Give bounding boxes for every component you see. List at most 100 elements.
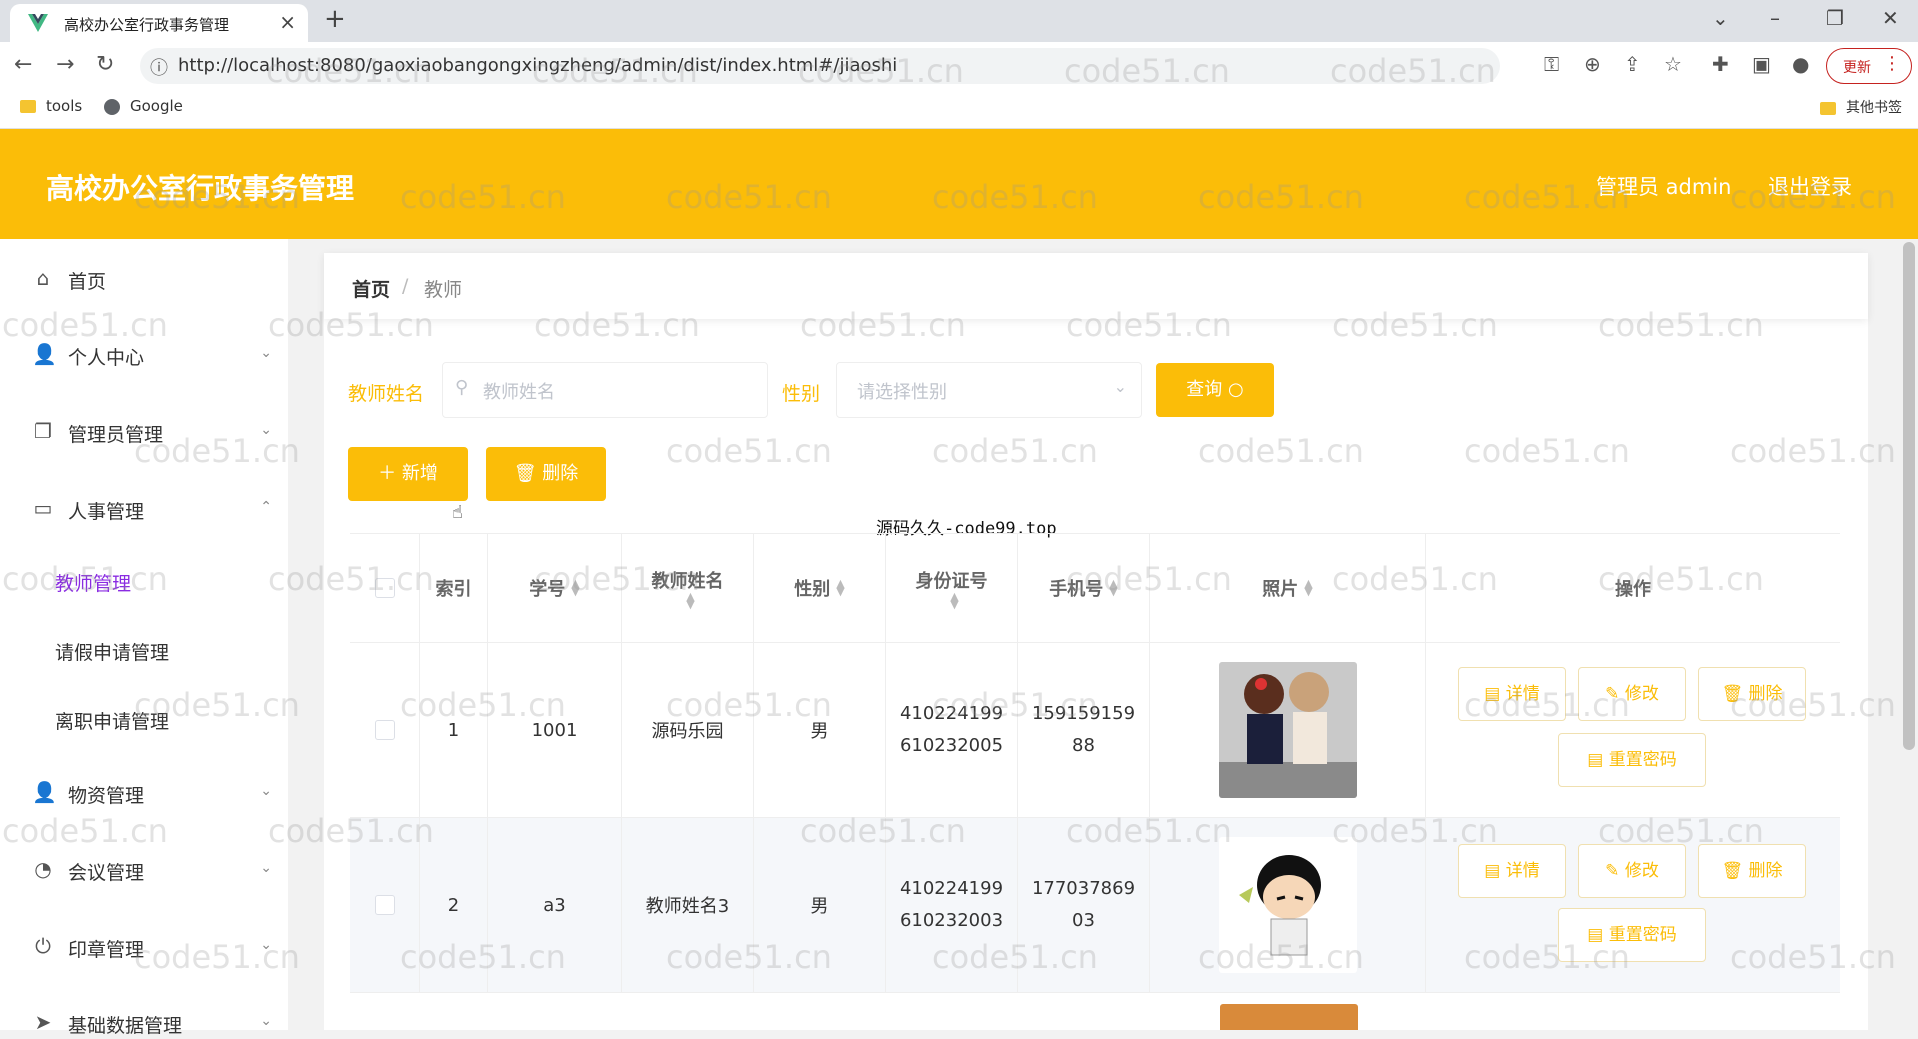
sidebar-item-personnel[interactable]: ▭ 人事管理 ⌃ — [32, 495, 272, 525]
header-idcard[interactable]: 身份证号 ▲ ▼ — [886, 534, 1018, 642]
side-panel-icon[interactable]: ▣ — [1752, 52, 1771, 76]
back-icon[interactable]: ← — [14, 52, 32, 77]
teacher-name-input[interactable]: ⚲ 教师姓名 — [442, 362, 768, 418]
reload-icon[interactable]: ↻ — [96, 52, 114, 77]
breadcrumb-separator: / — [402, 275, 409, 297]
other-bookmarks[interactable]: 其他书签 — [1820, 97, 1902, 117]
sidebar-subitem-teacher[interactable]: 教师管理 — [55, 569, 131, 596]
breadcrumb-home[interactable]: 首页 — [352, 275, 390, 302]
cell-index: 2 — [420, 818, 488, 992]
sidebar-item-admin[interactable]: ❐ 管理员管理 ⌄ — [32, 418, 272, 448]
row-delete-button[interactable]: 🗑 删除 — [1698, 667, 1806, 721]
compass-icon: ◔ — [34, 857, 52, 881]
row-checkbox[interactable] — [374, 720, 395, 740]
update-label: 更新 — [1843, 60, 1871, 76]
idcard-line: 610232003 — [899, 910, 1004, 931]
update-button[interactable]: 更新 ⋮ — [1826, 48, 1912, 84]
header-ops: 操作 — [1426, 534, 1840, 642]
teacher-table: 索引 学号 ▲ ▼ 教师姓名 ▲ ▼ 性别 ▲ ▼ 身份证号 ▲ ▼ 手机号 ▲ ▼ 照片 ▲ ▼ 操作… — [350, 533, 1840, 993]
phone-line: 03 — [1072, 910, 1095, 931]
browser-tab[interactable]: 高校办公室行政事务管理 × — [10, 4, 308, 42]
sort-icon[interactable]: ▲ ▼ — [836, 578, 844, 597]
sidebar-subitem-leave[interactable]: 请假申请管理 — [55, 638, 169, 665]
plus-icon: ＋ — [378, 463, 402, 484]
header-id[interactable]: 学号 ▲ ▼ — [488, 534, 622, 642]
cell-gender: 男 — [754, 643, 886, 817]
cell-idcard: 410224199 610232005 — [886, 643, 1018, 817]
close-tab-icon[interactable]: × — [279, 10, 296, 34]
header-gender[interactable]: 性别 ▲ ▼ — [754, 534, 886, 642]
teacher-photo[interactable] — [1218, 662, 1357, 798]
header-phone[interactable]: 手机号 ▲ ▼ — [1018, 534, 1150, 642]
reset-password-button[interactable]: ▤ 重置密码 — [1558, 733, 1706, 787]
edit-button[interactable]: ✎ 修改 — [1578, 844, 1686, 898]
key-icon[interactable]: ⚿ — [1544, 52, 1559, 76]
sidebar-subitem-resign[interactable]: 离职申请管理 — [55, 707, 169, 734]
app-title: 高校办公室行政事务管理 — [46, 172, 355, 205]
delete-label: 删除 — [1748, 684, 1783, 704]
chevron-down-icon: ⌄ — [260, 1013, 272, 1029]
reset-password-button[interactable]: ▤ 重置密码 — [1558, 908, 1706, 962]
url-field[interactable]: ⓘ http://localhost:8080/gaoxiaobangongxi… — [140, 48, 1500, 84]
query-button[interactable]: 查询 ○ — [1156, 363, 1274, 417]
profile-icon[interactable]: ● — [1792, 52, 1809, 76]
close-window-icon[interactable]: ✕ — [1882, 6, 1899, 30]
teacher-photo[interactable] — [1218, 837, 1357, 973]
chevron-down-icon: ⌄ — [260, 860, 272, 876]
add-button[interactable]: ＋ 新增 — [348, 447, 468, 501]
star-icon[interactable]: ☆ — [1664, 52, 1682, 76]
sidebar-item-home[interactable]: ⌂ 首页 — [32, 265, 272, 295]
row-delete-button[interactable]: 🗑 删除 — [1698, 844, 1806, 898]
cell-name: 教师姓名3 — [622, 818, 754, 992]
new-tab-icon[interactable]: + — [324, 4, 346, 34]
row-checkbox[interactable] — [374, 895, 395, 915]
restore-icon[interactable]: ❐ — [1826, 6, 1844, 30]
zoom-icon[interactable]: ⊕ — [1584, 52, 1601, 76]
detail-button[interactable]: ▤ 详情 — [1458, 844, 1566, 898]
sort-icon[interactable]: ▲ ▼ — [686, 591, 694, 610]
sort-icon[interactable]: ▲ ▼ — [571, 578, 579, 597]
header-label: 学号 — [529, 579, 566, 600]
detail-button[interactable]: ▤ 详情 — [1458, 667, 1566, 721]
sidebar-item-label: 物资管理 — [68, 785, 145, 807]
sort-icon[interactable]: ▲ ▼ — [1109, 578, 1117, 597]
row-ops: ▤ 详情 ✎ 修改 🗑 删除 ▤ 重置密码 — [1426, 818, 1840, 992]
reset-label: 重置密码 — [1608, 750, 1677, 770]
folder-icon — [20, 100, 36, 113]
bookmarks-bar: tools Google 其他书签 — [0, 90, 1918, 129]
edit-button[interactable]: ✎ 修改 — [1578, 667, 1686, 721]
logout-link[interactable]: 退出登录 — [1768, 171, 1852, 201]
minimize-icon[interactable]: – — [1770, 6, 1780, 30]
bookmark-tools[interactable]: tools — [20, 97, 82, 115]
share-icon[interactable]: ⇪ — [1624, 52, 1641, 76]
power-icon: ⏻ — [35, 934, 51, 958]
header-name[interactable]: 教师姓名 ▲ ▼ — [622, 534, 754, 642]
extensions-icon[interactable]: ✚ — [1712, 52, 1729, 76]
cell-id: a3 — [488, 818, 622, 992]
folder-icon — [1820, 101, 1836, 115]
sidebar-item-supplies[interactable]: 👤 物资管理 ⌄ — [32, 779, 272, 809]
sidebar-item-personal[interactable]: 👤 个人中心 ⌄ — [32, 341, 272, 371]
user-icon: 👤 — [32, 780, 57, 804]
site-info-icon[interactable]: ⓘ — [150, 54, 168, 80]
forward-icon[interactable]: → — [56, 52, 74, 77]
browser-tab-bar: 高校办公室行政事务管理 × + ⌄ – ❐ ✕ — [0, 0, 1918, 42]
delete-button[interactable]: 🗑 删除 — [486, 447, 606, 501]
select-all-checkbox[interactable] — [374, 578, 395, 598]
sidebar-item-label: 管理员管理 — [68, 424, 164, 446]
doc-icon: ▤ — [1484, 861, 1506, 881]
bookmark-google[interactable]: Google — [104, 97, 183, 115]
sidebar-item-meeting[interactable]: ◔ 会议管理 ⌄ — [32, 856, 272, 886]
cell-id: 1001 — [488, 643, 622, 817]
edit-label: 修改 — [1624, 861, 1659, 881]
gender-select[interactable]: 请选择性别 ⌄ — [836, 362, 1142, 418]
sidebar-item-basedata[interactable]: ➤ 基础数据管理 ⌄ — [32, 1009, 272, 1039]
table-header: 索引 学号 ▲ ▼ 教师姓名 ▲ ▼ 性别 ▲ ▼ 身份证号 ▲ ▼ 手机号 ▲ ▼ 照片 ▲ ▼ 操作 — [350, 534, 1840, 643]
tab-search-icon[interactable]: ⌄ — [1712, 6, 1729, 30]
header-photo[interactable]: 照片 ▲ ▼ — [1150, 534, 1426, 642]
sort-icon[interactable]: ▲ ▼ — [950, 591, 958, 610]
header-label: 照片 — [1262, 579, 1299, 600]
sidebar-item-seal[interactable]: ⏻ 印章管理 ⌄ — [32, 933, 272, 963]
sort-icon[interactable]: ▲ ▼ — [1304, 578, 1312, 597]
scrollbar-thumb[interactable] — [1903, 242, 1915, 750]
